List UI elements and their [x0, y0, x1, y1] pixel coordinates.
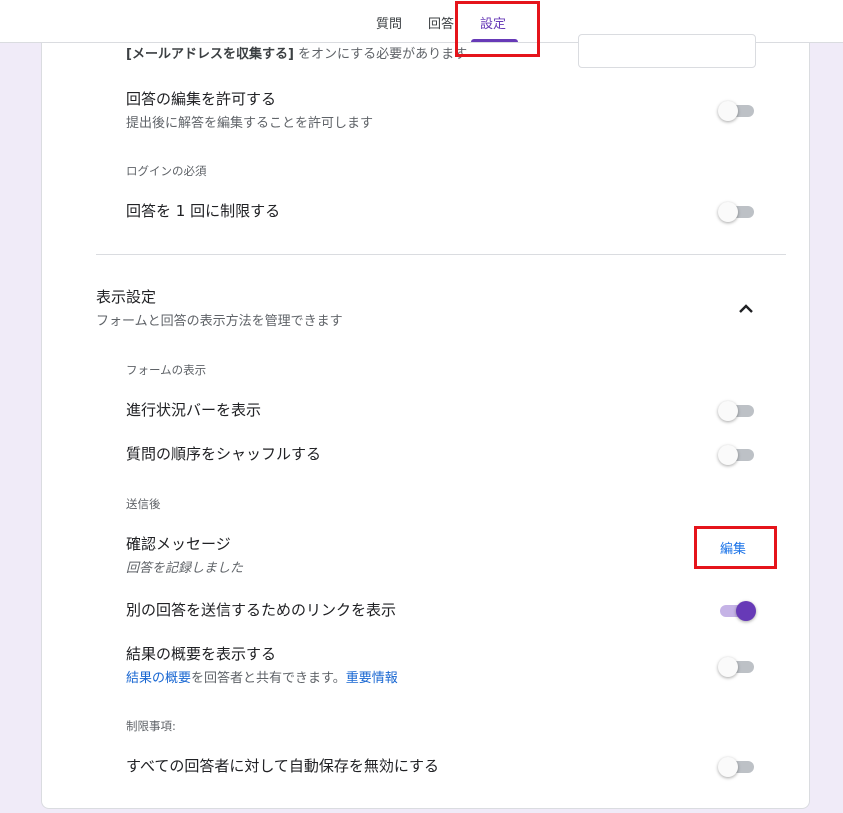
allow-edit-toggle[interactable]	[718, 100, 756, 122]
presentation-title: 表示設定	[96, 288, 157, 306]
summary-info-link[interactable]: 重要情報	[346, 671, 398, 686]
summary-title: 結果の概要を表示する	[126, 645, 277, 663]
send-copy-dropdown[interactable]	[578, 34, 756, 68]
allow-edit-subtitle: 提出後に解答を編集することを許可します	[126, 116, 374, 131]
disable-autosave-toggle[interactable]	[718, 756, 756, 778]
restrictions-label: 制限事項:	[126, 719, 176, 733]
another-link-toggle[interactable]	[718, 600, 756, 622]
email-collect-setting-name: [メールアドレスを収集する]	[126, 47, 294, 62]
presentation-subtitle: フォームと回答の表示方法を管理できます	[96, 314, 343, 329]
section-divider	[96, 254, 786, 255]
toggle-knob	[736, 601, 756, 621]
allow-edit-title: 回答の編集を許可する	[126, 90, 277, 108]
confirmation-title: 確認メッセージ	[126, 535, 231, 553]
form-display-label: フォームの表示	[126, 363, 207, 377]
disable-autosave-title: すべての回答者に対して自動保存を無効にする	[126, 757, 440, 775]
toggle-knob	[718, 202, 738, 222]
summary-link[interactable]: 結果の概要	[126, 671, 191, 686]
progress-bar-toggle[interactable]	[718, 400, 756, 422]
summary-description: 結果の概要を回答者と共有できます。重要情報	[126, 670, 398, 688]
confirmation-message: 回答を記録しました	[126, 561, 244, 576]
settings-card	[41, 43, 810, 809]
another-link-title: 別の回答を送信するためのリンクを表示	[126, 601, 397, 619]
chevron-up-icon[interactable]	[736, 300, 756, 316]
progress-bar-title: 進行状況バーを表示	[126, 401, 262, 419]
tab-questions[interactable]: 質問	[376, 16, 402, 34]
toggle-knob	[718, 757, 738, 777]
after-submit-label: 送信後	[126, 497, 161, 511]
toggle-knob	[718, 657, 738, 677]
summary-middle-text: を回答者と共有できます。	[191, 671, 346, 686]
login-required-label: ログインの必須	[126, 164, 207, 178]
highlight-settings-tab-box	[455, 1, 540, 57]
toggle-knob	[718, 101, 738, 121]
summary-toggle[interactable]	[718, 656, 756, 678]
limit-one-title: 回答を 1 回に制限する	[126, 202, 281, 220]
toggle-knob	[718, 445, 738, 465]
tab-responses[interactable]: 回答	[428, 16, 454, 34]
email-collect-note: [メールアドレスを収集する] をオンにする必要があります	[126, 46, 467, 64]
shuffle-toggle[interactable]	[718, 444, 756, 466]
highlight-edit-box	[694, 526, 777, 569]
toggle-knob	[718, 401, 738, 421]
shuffle-title: 質問の順序をシャッフルする	[126, 445, 322, 463]
email-collect-note-text: をオンにする必要があります	[293, 47, 468, 62]
limit-one-toggle[interactable]	[718, 201, 756, 223]
